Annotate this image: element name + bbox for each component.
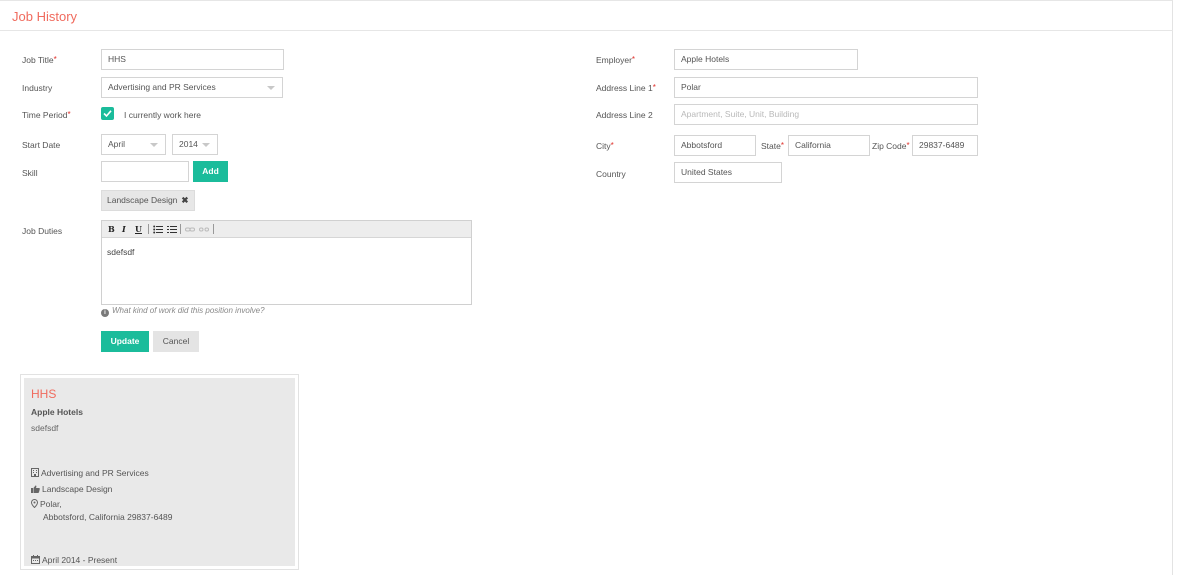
time-period-label: Time Period*	[22, 110, 71, 120]
unlink-icon[interactable]	[199, 225, 209, 234]
currently-work-checkbox[interactable]	[101, 107, 114, 120]
card-body: HHS Apple Hotels sdefsdf Advertising and…	[24, 378, 295, 566]
start-date-label: Start Date	[22, 140, 61, 150]
currently-work-label[interactable]: I currently work here	[124, 110, 201, 120]
card-period: April 2014 - Present	[31, 555, 117, 565]
state-input[interactable]: California	[788, 135, 870, 156]
cancel-button[interactable]: Cancel	[153, 331, 199, 352]
checkmark-icon	[103, 110, 112, 118]
skill-tag: Landscape Design ✖	[101, 190, 195, 211]
city-input[interactable]: Abbotsford	[674, 135, 756, 156]
bold-button[interactable]: B	[108, 224, 115, 234]
job-duties-label: Job Duties	[22, 226, 63, 236]
editor-content[interactable]: sdefsdf	[107, 247, 134, 257]
card-address-city: Abbotsford, California 29837-6489	[43, 512, 173, 522]
job-duties-editor[interactable]: B I U sdefsdf	[101, 220, 472, 305]
card-skill: Landscape Design	[31, 484, 112, 494]
job-history-card[interactable]: HHS Apple Hotels sdefsdf Advertising and…	[20, 374, 299, 570]
card-address: Polar,	[31, 499, 62, 509]
zip-label: Zip Code*	[872, 141, 910, 151]
editor-toolbar: B I U	[102, 221, 471, 238]
thumbs-up-icon	[31, 485, 40, 493]
industry-label: Industry	[22, 83, 53, 93]
add-skill-button[interactable]: Add	[193, 161, 228, 182]
bullet-list-icon[interactable]	[153, 225, 163, 234]
city-label: City*	[596, 141, 614, 151]
skill-input[interactable]	[101, 161, 189, 182]
state-label: State*	[761, 141, 784, 151]
card-duties: sdefsdf	[31, 423, 59, 433]
address1-input[interactable]: Polar	[674, 77, 978, 98]
address2-label: Address Line 2	[596, 110, 653, 120]
page-title: Job History	[12, 9, 78, 24]
job-duties-hint: i What kind of work did this position inv…	[101, 306, 265, 317]
zip-input[interactable]: 29837-6489	[912, 135, 978, 156]
link-icon[interactable]	[185, 225, 195, 234]
skill-label: Skill	[22, 168, 38, 178]
underline-button[interactable]: U	[135, 224, 142, 234]
building-icon	[31, 468, 39, 477]
card-job-title: HHS	[31, 387, 57, 401]
job-title-input[interactable]: HHS	[101, 49, 284, 70]
calendar-icon	[31, 555, 40, 564]
update-button[interactable]: Update	[101, 331, 149, 352]
country-label: Country	[596, 169, 626, 179]
country-input[interactable]: United States	[674, 162, 782, 183]
start-month-select[interactable]: April	[101, 134, 166, 155]
address1-label: Address Line 1*	[596, 83, 656, 93]
card-industry: Advertising and PR Services	[31, 468, 149, 478]
job-title-label: Job Title*	[22, 55, 57, 65]
remove-tag-icon[interactable]: ✖	[181, 191, 188, 210]
italic-button[interactable]: I	[122, 224, 126, 234]
employer-input[interactable]: Apple Hotels	[674, 49, 858, 70]
info-icon: i	[101, 309, 109, 317]
card-employer: Apple Hotels	[31, 407, 83, 417]
address2-input[interactable]: Apartment, Suite, Unit, Building	[674, 104, 978, 125]
employer-label: Employer*	[596, 55, 636, 65]
map-marker-icon	[31, 499, 38, 508]
numbered-list-icon[interactable]	[167, 225, 177, 234]
panel-header: Job History	[0, 1, 1173, 31]
industry-select[interactable]: Advertising and PR Services	[101, 77, 283, 98]
start-year-select[interactable]: 2014	[172, 134, 218, 155]
